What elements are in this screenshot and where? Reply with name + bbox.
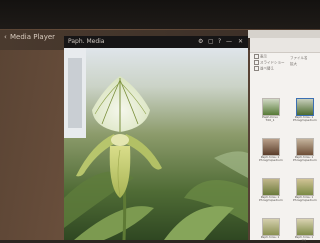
option-1[interactable]: 表示 [254,54,267,60]
thumbnail[interactable] [262,138,280,156]
thumbnail[interactable] [262,98,280,116]
settings-icon[interactable]: ⚙ [198,38,203,46]
thumbnail-label: Paph.hirsu 1 Phragmipedium [293,115,317,123]
thumbnail-selected[interactable] [296,98,314,116]
ceiling-band [0,0,320,30]
thumbnail-label: Paph.hirsu 1 Phragmipedium [259,155,283,163]
orchid-illustration [64,48,248,240]
browser-header-strip [248,30,320,38]
thumbnail-label: Paph.hirsu 700_1 [262,115,278,123]
help-icon[interactable]: ? [218,38,221,46]
viewer-title-bar: Paph. Media ⚙ ▢ ? — ✕ [64,36,248,48]
thumbnail[interactable] [262,178,280,196]
app-title: Media Player [10,33,56,41]
orchid-photo [64,48,248,240]
option-label: 並べ替え [260,66,274,71]
image-viewer-window: Paph. Media ⚙ ▢ ? — ✕ [64,36,248,240]
option-4[interactable]: ファイル名 [290,56,308,61]
option-label: スライドショー [260,60,285,65]
thumbnail[interactable] [296,178,314,196]
checkbox[interactable] [254,66,259,71]
minimize-icon[interactable]: — [226,38,232,46]
option-3[interactable]: 並べ替え [254,66,274,72]
thumbnail-label: Paph.hirsu 1 jpg [294,235,314,243]
option-2[interactable]: スライドショー [254,60,285,66]
option-5[interactable]: 拡大 [290,62,297,67]
browser-toolbar [250,38,320,53]
thumbnail-label: Paph.hirsu 1 Phragmipedium [293,195,317,203]
close-icon[interactable]: ✕ [238,38,243,46]
thumbnail[interactable] [296,218,314,236]
option-label: ファイル名 [290,56,308,60]
thumbnail-label: Paph.hirsu 1 Phragmipedium [259,195,283,203]
viewer-title: Paph. Media [68,38,105,45]
checkbox[interactable] [254,54,259,59]
back-arrow-icon[interactable]: ‹ [4,33,7,41]
file-browser-panel: 表示 スライドショー 並べ替え ファイル名 拡大 Paph.hirsu 700_… [250,38,320,243]
thumbnail[interactable] [262,218,280,236]
thumbnail[interactable] [296,138,314,156]
restore-icon[interactable]: ▢ [208,38,214,46]
option-label: 表示 [260,54,267,59]
checkbox[interactable] [254,60,259,65]
thumbnail-label: Paph.hirsu 1 Phragmipedium [293,155,317,163]
thumbnail-label: Paph.hirsu 1 [260,235,280,239]
option-label: 拡大 [290,62,297,66]
